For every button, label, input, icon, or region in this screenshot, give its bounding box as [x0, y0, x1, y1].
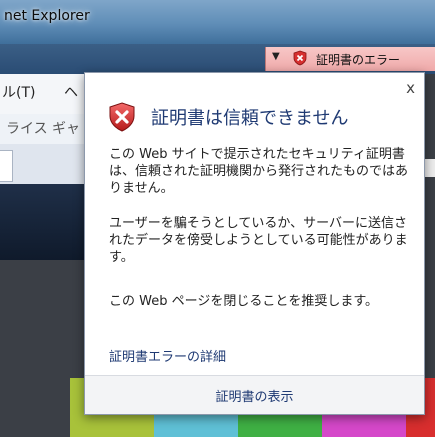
- popup-heading: 証明書は信頼できません: [151, 108, 349, 129]
- popup-footer: 証明書の表示: [85, 375, 424, 414]
- window-title: net Explorer: [4, 8, 90, 24]
- address-bar: ▼ 証明書のエラー: [0, 44, 435, 74]
- menu-bar: ル(T) ヘ: [0, 74, 90, 115]
- page-content-header: [0, 184, 90, 260]
- certificate-error-details-link[interactable]: 証明書エラーの詳細: [109, 346, 226, 365]
- popup-description-2: ユーザーを騙そうとしているか、サーバーに送信されたデータを傍受しようとしている可…: [109, 216, 408, 265]
- shield-x-icon: [293, 50, 307, 66]
- tab-strip: [0, 144, 90, 184]
- color-bar-gray: [0, 378, 70, 437]
- chevron-down-icon[interactable]: ▼: [272, 51, 280, 62]
- favorites-gallery-link[interactable]: ライス ギャ: [6, 118, 80, 138]
- browser-tab[interactable]: [0, 150, 13, 182]
- page-content-fragment: [425, 159, 435, 177]
- certificate-error-label: 証明書のエラー: [316, 53, 401, 67]
- close-icon[interactable]: x: [406, 79, 415, 97]
- certificate-warning-popup: x 証明書は信頼できません この Web サイトで提示されたセキュリティ証明書は…: [84, 72, 425, 415]
- shield-x-icon: [109, 102, 135, 132]
- certificate-error-button[interactable]: ▼ 証明書のエラー: [265, 47, 435, 71]
- window-title-bar: net Explorer: [0, 0, 435, 44]
- menu-item-tools[interactable]: ル(T): [2, 82, 35, 102]
- popup-description-1: この Web サイトで提示されたセキュリティ証明書は、信頼された証明機関から発行…: [109, 147, 409, 196]
- menu-item-help[interactable]: ヘ: [64, 82, 78, 102]
- favorites-bar: ライス ギャ: [0, 114, 90, 144]
- popup-recommendation: この Web ページを閉じることを推奨します。: [109, 294, 379, 309]
- view-certificate-button[interactable]: 証明書の表示: [85, 386, 424, 405]
